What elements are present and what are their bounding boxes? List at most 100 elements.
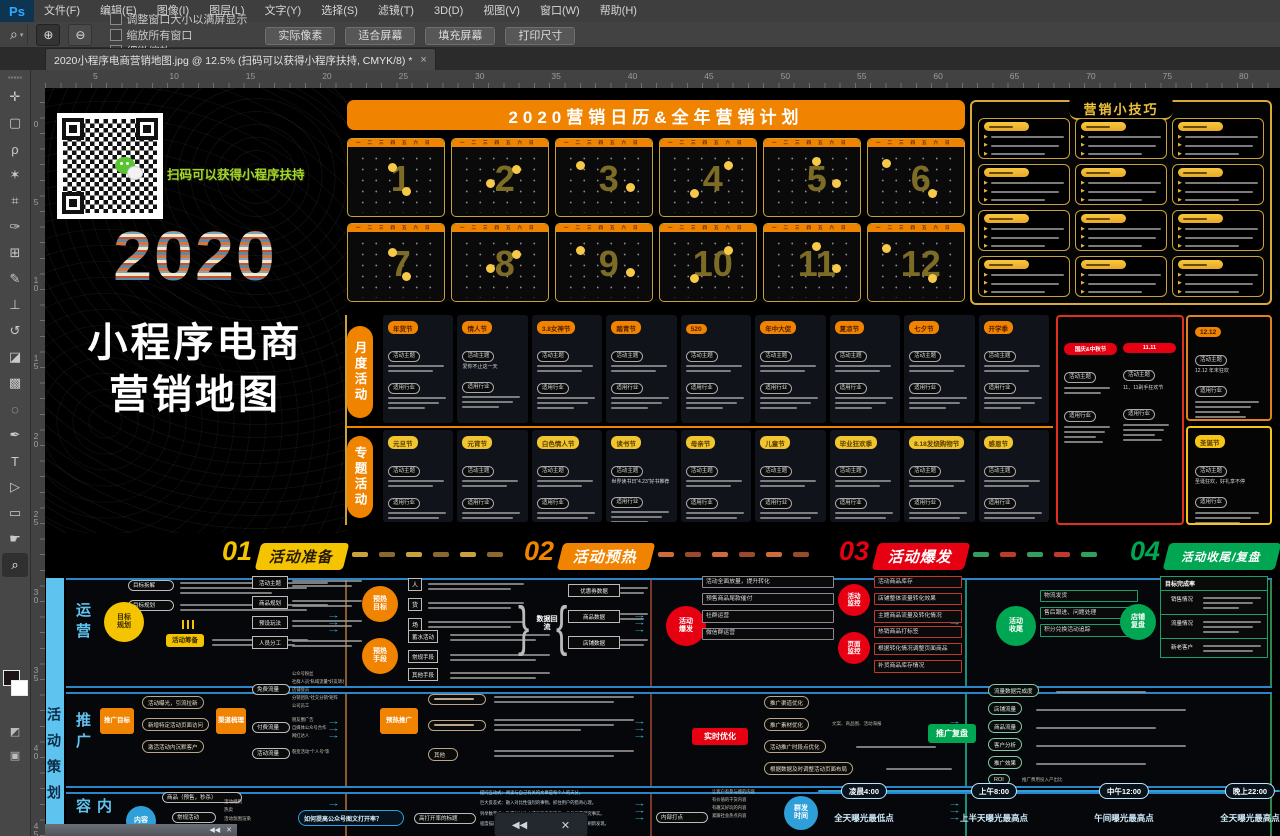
marquee-tool-icon[interactable]: ▢ <box>2 111 28 135</box>
option-button[interactable]: 填充屏幕 <box>425 27 495 45</box>
calendar-month-number: 2 <box>495 158 515 200</box>
calendar-month-card: 一二三四五六日3 <box>555 138 653 217</box>
dash <box>685 552 701 557</box>
pr-roi-note: 推广费用投入产出比 <box>1022 777 1063 783</box>
tip-card-line: ▶ <box>1178 143 1258 148</box>
fake-text-line <box>1203 607 1239 609</box>
type-tool-icon[interactable]: T <box>2 449 28 473</box>
activity-card-tags: 活动主题 <box>984 344 1044 362</box>
option-checkbox[interactable]: 缩放所有窗口 <box>110 27 247 43</box>
tag-theme: 活动主题 <box>760 351 792 362</box>
fake-text-line <box>388 517 439 519</box>
dash <box>712 552 728 557</box>
menu-item[interactable]: 窗口(W) <box>530 5 590 17</box>
color-swatches[interactable] <box>3 670 27 696</box>
brush-tool-icon[interactable]: ✎ <box>2 267 28 291</box>
bottom-scrollbar-strip[interactable]: ◀◀ ✕ <box>45 824 237 836</box>
close-icon[interactable]: ✕ <box>561 819 570 832</box>
tag-industry: 适用行业 <box>909 383 941 394</box>
tag-industry: 适用行业 <box>686 383 718 394</box>
activity-card-tags: 适用行业 <box>537 491 597 509</box>
option-button[interactable]: 实际像素 <box>265 27 335 45</box>
blur-tool-icon[interactable]: ◌ <box>2 397 28 421</box>
calendar-month-card: 一二三四五六日8 <box>451 223 549 302</box>
fake-text-line <box>991 182 1064 184</box>
calendar-month-card: 一二三四五六日2 <box>451 138 549 217</box>
tip-card-line: ▶ <box>1178 235 1258 240</box>
document-canvas[interactable]: 扫码可以获得小程序扶持 2020 小程序电商 营销地图 2020营销日历&全年营… <box>45 88 1280 836</box>
move-tool-icon[interactable]: ✛ <box>2 85 28 109</box>
gradient-tool-icon[interactable]: ▩ <box>2 371 28 395</box>
menu-item[interactable]: 帮助(H) <box>590 5 647 17</box>
fake-text-line <box>620 639 648 641</box>
dash <box>487 552 503 557</box>
hand-tool-icon[interactable]: ☛ <box>2 527 28 551</box>
healing-brush-tool-icon[interactable]: ⊞ <box>2 241 28 265</box>
op-monitor1-row: 主题商品流量及转化情况 <box>874 610 962 622</box>
history-brush-tool-icon[interactable]: ↺ <box>2 319 28 343</box>
rewind-icon[interactable]: ◀◀ <box>209 826 220 834</box>
op-means-2: 常规手段 <box>408 650 438 663</box>
pen-tool-icon[interactable]: ✒ <box>2 423 28 447</box>
activity-card-pill: 踏青节 <box>611 321 641 334</box>
activity-card: 感恩节活动主题适用行业 <box>979 430 1049 522</box>
menu-item[interactable]: 视图(V) <box>473 5 530 17</box>
fake-text-line <box>1036 745 1186 747</box>
fake-text-block <box>760 397 820 409</box>
fake-text-line <box>686 365 742 367</box>
band-divider-horizontal <box>347 426 1053 428</box>
tab-close-icon[interactable]: × <box>420 54 426 66</box>
rewind-icon[interactable]: ◀◀ <box>512 820 527 831</box>
tag-industry: 适用行业 <box>462 382 494 393</box>
shape-tool-icon[interactable]: ▭ <box>2 501 28 525</box>
zoom-in-button[interactable]: ⊕ <box>36 24 60 46</box>
toolbar-grip[interactable]: ▪▪▪▪▪ <box>0 73 30 82</box>
clone-stamp-tool-icon[interactable]: ⊥ <box>2 293 28 317</box>
fake-text-line <box>1123 439 1162 441</box>
activity-card: 读书节活动主题世界读书日“4.23”好书推荐适用行业 <box>606 430 676 522</box>
calendar-weekday-header: 一二三四五六日 <box>348 224 444 232</box>
fake-text-line <box>1203 597 1261 599</box>
eraser-tool-icon[interactable]: ◪ <box>2 345 28 369</box>
checkbox-icon[interactable] <box>110 29 122 41</box>
close-icon[interactable]: ✕ <box>226 826 232 834</box>
checkbox-icon[interactable] <box>110 13 122 25</box>
menu-item[interactable]: 3D(D) <box>424 5 473 17</box>
document-tab[interactable]: 2020小程序电商营销地图.jpg @ 12.5% (扫码可以获得小程序扶持, … <box>45 48 436 71</box>
floating-popup[interactable]: ◀◀ ✕ <box>494 812 588 836</box>
activity-card-tags: 适用行业 <box>835 376 895 394</box>
eyedropper-tool-icon[interactable]: ✑ <box>2 215 28 239</box>
background-color-swatch[interactable] <box>11 680 28 696</box>
zoom-tool-icon[interactable]: ⌕ <box>2 553 28 577</box>
fake-text-line <box>989 172 1013 174</box>
bullet-icon: ▶ <box>984 198 988 203</box>
tip-card-pill <box>1178 214 1223 223</box>
fake-text-line <box>1203 626 1253 628</box>
fake-text-line <box>1064 436 1096 438</box>
calendar-highlight-dot <box>724 246 733 255</box>
activity-card-pill: 儿童节 <box>760 436 790 449</box>
zoom-out-button[interactable]: ⊖ <box>68 24 92 46</box>
fake-text-block <box>984 480 1044 487</box>
path-select-tool-icon[interactable]: ▷ <box>2 475 28 499</box>
quick-mask-icon[interactable]: ◩ <box>2 722 28 740</box>
crop-tool-icon[interactable]: ⌗ <box>2 189 28 213</box>
menu-item[interactable]: 选择(S) <box>311 5 368 17</box>
option-button[interactable]: 适合屏幕 <box>345 27 415 45</box>
pr-act-pill: 活动流量 <box>252 748 290 759</box>
menu-item[interactable]: 文件(F) <box>34 5 90 17</box>
zoom-tool-preset[interactable]: ⌕ ▾ <box>6 25 28 45</box>
activity-card-pill: 年货节 <box>388 321 418 334</box>
magic-wand-tool-icon[interactable]: ✶ <box>2 163 28 187</box>
screen-mode-icon[interactable]: ▣ <box>2 746 28 764</box>
option-button[interactable]: 打印尺寸 <box>505 27 575 45</box>
menu-item[interactable]: 滤镜(T) <box>368 5 424 17</box>
activity-card-pill: 感恩节 <box>984 436 1014 449</box>
fake-text-line <box>686 517 737 519</box>
lasso-tool-icon[interactable]: ρ <box>2 137 28 161</box>
option-checkbox[interactable]: 调整窗口大小以满屏显示 <box>110 11 247 27</box>
menu-item[interactable]: 文字(Y) <box>255 5 312 17</box>
calendar-weekday-header: 一二三四五六日 <box>348 139 444 147</box>
ruler-number: 10 <box>169 71 178 81</box>
pr-review-pill-4: 客户分析 <box>988 738 1022 751</box>
